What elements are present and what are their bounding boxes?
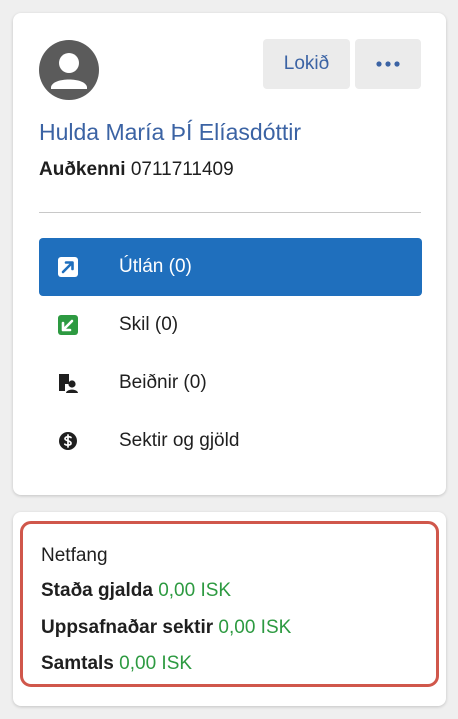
fees-status-value: 0,00 ISK bbox=[158, 580, 232, 601]
avatar-icon bbox=[39, 40, 99, 100]
total-label: Samtals bbox=[41, 653, 114, 674]
done-button[interactable]: Lokið bbox=[263, 39, 350, 89]
menu-item-requests[interactable]: Beiðnir (0) bbox=[39, 354, 422, 412]
menu-item-label: Útlán (0) bbox=[119, 256, 192, 277]
accrued-fines-line: Uppsafnaðar sektir 0,00 ISK bbox=[41, 617, 291, 639]
menu-item-loans[interactable]: Útlán (0) bbox=[39, 238, 422, 296]
dollar-circle-icon bbox=[57, 430, 79, 452]
total-line: Samtals 0,00 ISK bbox=[41, 653, 192, 675]
menu-item-label: Beiðnir (0) bbox=[119, 372, 207, 393]
accrued-fines-value: 0,00 ISK bbox=[218, 617, 292, 638]
check-in-icon bbox=[57, 314, 79, 336]
patron-id: Auðkenni 0711711409 bbox=[39, 159, 234, 181]
account-summary-box: Netfang Staða gjalda 0,00 ISK Uppsafnaða… bbox=[20, 521, 439, 687]
email-line: Netfang bbox=[41, 545, 108, 567]
email-label: Netfang bbox=[41, 545, 108, 566]
patron-card: Lokið Hulda María ÞÍ Elíasdóttir Auðkenn… bbox=[13, 13, 446, 495]
fees-status-label: Staða gjalda bbox=[41, 580, 153, 601]
menu-item-fines[interactable]: Sektir og gjöld bbox=[39, 412, 422, 470]
divider bbox=[39, 212, 421, 213]
accrued-fines-label: Uppsafnaðar sektir bbox=[41, 617, 214, 638]
patron-id-label: Auðkenni bbox=[39, 159, 126, 180]
menu-item-label: Skil (0) bbox=[119, 314, 179, 335]
more-options-button[interactable] bbox=[355, 39, 421, 89]
menu-item-returns[interactable]: Skil (0) bbox=[39, 296, 422, 354]
fees-status-line: Staða gjalda 0,00 ISK bbox=[41, 580, 231, 602]
patron-menu: Útlán (0) Skil (0) Beiðnir (0) Sektir og… bbox=[39, 238, 422, 470]
patron-name-link[interactable]: Hulda María ÞÍ Elíasdóttir bbox=[39, 119, 301, 146]
requests-icon bbox=[57, 372, 79, 394]
total-value: 0,00 ISK bbox=[119, 653, 193, 674]
patron-id-value: 0711711409 bbox=[130, 159, 234, 180]
menu-item-label: Sektir og gjöld bbox=[119, 430, 240, 451]
external-link-icon bbox=[57, 256, 79, 278]
more-horizontal-icon bbox=[376, 61, 400, 67]
